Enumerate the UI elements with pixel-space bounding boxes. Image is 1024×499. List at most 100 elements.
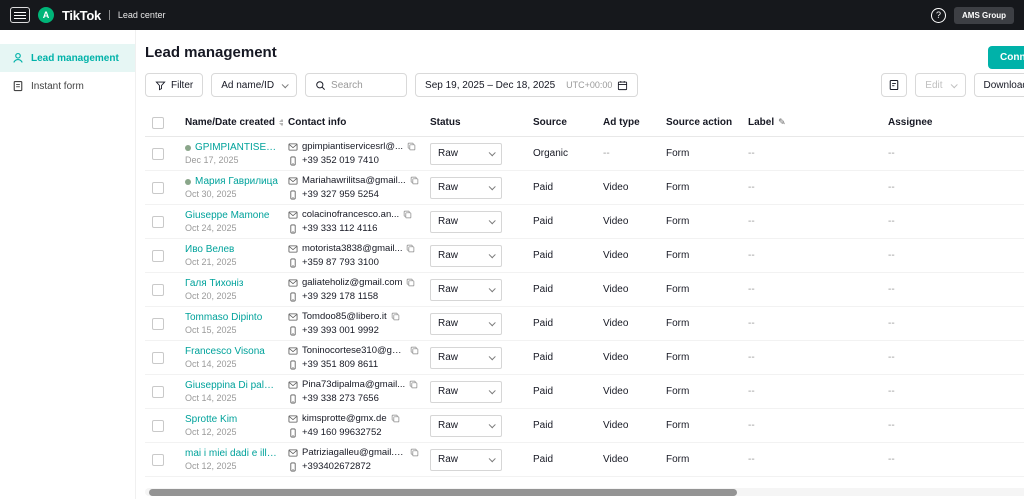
lead-assignee: -- xyxy=(888,284,895,295)
lead-source: Paid xyxy=(533,216,554,227)
status-select[interactable]: Raw xyxy=(430,142,502,165)
lead-label: -- xyxy=(748,182,755,193)
filter-button[interactable]: Filter xyxy=(145,73,204,97)
date-range-text: Sep 19, 2025 – Dec 18, 2025 xyxy=(425,79,556,91)
column-header-source: Source xyxy=(533,117,567,128)
ad-name-dropdown[interactable]: Ad name/ID xyxy=(211,73,298,97)
lead-name-link[interactable]: Giuseppina Di palma xyxy=(185,380,277,391)
lead-label: -- xyxy=(748,352,755,363)
download-button[interactable]: Download xyxy=(973,73,1024,97)
org-account-button[interactable]: AMS Group xyxy=(954,6,1014,24)
lead-date: Oct 15, 2025 xyxy=(185,325,237,335)
help-icon[interactable]: ? xyxy=(931,7,946,23)
lead-source-action: Form xyxy=(666,420,690,431)
lead-phone: +39 393 001 9992 xyxy=(302,325,379,336)
table-row: GPIMPIANTISERVICE.SRL Dec 17, 2025 gpimp… xyxy=(145,137,1024,171)
row-checkbox[interactable] xyxy=(152,249,164,262)
copy-icon[interactable] xyxy=(410,448,419,457)
status-select[interactable]: Raw xyxy=(430,312,502,335)
lead-source-action: Form xyxy=(666,284,690,295)
edit-button[interactable]: Edit xyxy=(915,73,966,97)
lead-phone: +359 87 793 3100 xyxy=(302,257,379,268)
email-icon xyxy=(288,346,298,356)
lead-name-link[interactable]: Мария Гаврилица xyxy=(195,176,278,187)
copy-icon[interactable] xyxy=(410,346,419,355)
row-checkbox[interactable] xyxy=(152,453,164,466)
horizontal-scrollbar-thumb[interactable] xyxy=(149,488,737,496)
export-report-button[interactable] xyxy=(881,73,908,97)
copy-icon[interactable] xyxy=(406,244,415,253)
filter-icon xyxy=(155,80,166,91)
lead-phone: +39 327 959 5254 xyxy=(302,189,379,200)
copy-icon[interactable] xyxy=(391,312,400,321)
email-icon xyxy=(288,278,298,288)
sidebar-item-instant-form[interactable]: Instant form xyxy=(0,72,135,100)
lead-name-link[interactable]: Галя Тихоніз xyxy=(185,278,243,289)
sidebar: Lead management Instant form xyxy=(0,30,136,499)
status-select[interactable]: Raw xyxy=(430,380,502,403)
lead-source: Paid xyxy=(533,284,554,295)
lead-name-link[interactable]: Иво Велев xyxy=(185,244,234,255)
status-select[interactable]: Raw xyxy=(430,448,502,471)
lead-name-link[interactable]: Giuseppe Mamone xyxy=(185,210,270,221)
chevron-down-icon xyxy=(488,217,496,225)
status-select[interactable]: Raw xyxy=(430,176,502,199)
lead-source: Paid xyxy=(533,454,554,465)
row-checkbox[interactable] xyxy=(152,147,164,160)
lead-name-link[interactable]: Francesco Visona xyxy=(185,346,265,357)
edit-labels-icon[interactable]: ✎ xyxy=(778,117,786,128)
chevron-down-icon xyxy=(488,421,496,429)
row-checkbox[interactable] xyxy=(152,215,164,228)
lead-date: Dec 17, 2025 xyxy=(185,155,239,165)
row-checkbox[interactable] xyxy=(152,385,164,398)
avatar[interactable]: A xyxy=(38,7,54,23)
lead-assignee: -- xyxy=(888,318,895,329)
lead-name-link[interactable]: mai i miei dadi e illegittimo xyxy=(185,448,277,459)
topbar: A TikTok Lead center ? AMS Group xyxy=(0,0,1024,30)
toolbar: Filter Ad name/ID Sep 19, 2025 – Dec 18,… xyxy=(136,69,1024,109)
copy-icon[interactable] xyxy=(406,278,415,287)
status-value: Raw xyxy=(438,352,459,363)
horizontal-scrollbar[interactable] xyxy=(145,488,1024,496)
date-range-picker[interactable]: Sep 19, 2025 – Dec 18, 2025 UTC+00:00 xyxy=(415,73,639,97)
sidebar-item-lead-management[interactable]: Lead management xyxy=(0,44,135,72)
status-select[interactable]: Raw xyxy=(430,414,502,437)
lead-phone: +49 160 99632752 xyxy=(302,427,382,438)
email-icon xyxy=(288,142,298,152)
status-select[interactable]: Raw xyxy=(430,244,502,267)
lead-name-link[interactable]: GPIMPIANTISERVICE.SRL xyxy=(195,142,283,153)
row-checkbox[interactable] xyxy=(152,419,164,432)
copy-icon[interactable] xyxy=(403,210,412,219)
menu-icon[interactable] xyxy=(10,7,30,23)
copy-icon[interactable] xyxy=(410,176,419,185)
lead-name-link[interactable]: Sprotte Kim xyxy=(185,414,237,425)
row-checkbox[interactable] xyxy=(152,283,164,296)
phone-icon xyxy=(288,190,298,200)
copy-icon[interactable] xyxy=(409,380,418,389)
lead-assignee: -- xyxy=(888,216,895,227)
table-row: Sprotte Kim Oct 12, 2025 kimsprotte@gmx.… xyxy=(145,409,1024,443)
lead-ad-type: Video xyxy=(603,386,629,397)
row-checkbox[interactable] xyxy=(152,317,164,330)
connect-button[interactable]: Connect xyxy=(988,46,1024,69)
search-input[interactable] xyxy=(331,79,398,91)
table-row: Giuseppe Mamone Oct 24, 2025 colacinofra… xyxy=(145,205,1024,239)
status-value: Raw xyxy=(438,250,459,261)
lead-date: Oct 24, 2025 xyxy=(185,223,237,233)
lead-name-link[interactable]: Tommaso Dipinto xyxy=(185,312,262,323)
copy-icon[interactable] xyxy=(391,414,400,423)
status-select[interactable]: Raw xyxy=(430,210,502,233)
lead-date: Oct 14, 2025 xyxy=(185,359,237,369)
copy-icon[interactable] xyxy=(407,142,416,151)
table-row: Francesco Visona Oct 14, 2025 Toninocort… xyxy=(145,341,1024,375)
table-row: Giuseppina Di palma Oct 14, 2025 Pina73d… xyxy=(145,375,1024,409)
leads-table: Name/Date created Contact info Status So… xyxy=(145,109,1024,477)
row-checkbox[interactable] xyxy=(152,181,164,194)
status-select[interactable]: Raw xyxy=(430,346,502,369)
lead-source-action: Form xyxy=(666,386,690,397)
lead-label: -- xyxy=(748,250,755,261)
status-select[interactable]: Raw xyxy=(430,278,502,301)
select-all-checkbox[interactable] xyxy=(152,116,164,129)
lead-phone: +393402672872 xyxy=(302,461,371,472)
row-checkbox[interactable] xyxy=(152,351,164,364)
